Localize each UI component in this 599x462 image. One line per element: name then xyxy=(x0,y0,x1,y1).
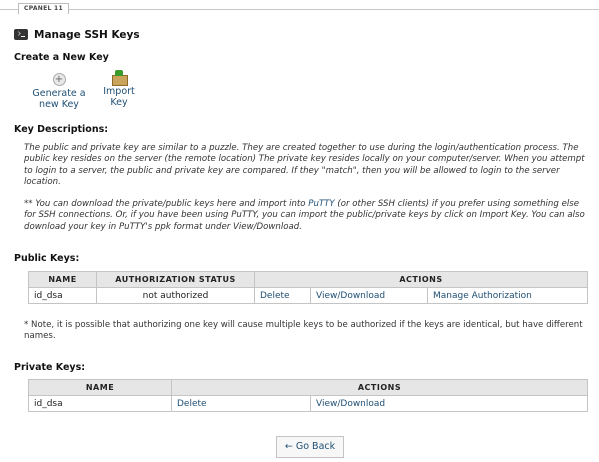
private-keys-heading: Private Keys: xyxy=(14,362,86,373)
go-back-button[interactable]: ← Go Back xyxy=(276,436,344,458)
terminal-icon xyxy=(14,29,28,40)
create-key-heading: Create a New Key xyxy=(14,52,109,63)
putty-text-before: ** You can download the private/public k… xyxy=(24,199,309,209)
top-bar: CPANEL 11 xyxy=(0,0,599,16)
import-key-line1: Import xyxy=(103,86,135,97)
key-name: id_dsa xyxy=(28,287,97,304)
view-download-private-key-link[interactable]: View/Download xyxy=(310,395,588,412)
col-name: Name xyxy=(28,379,172,396)
public-keys-table: Name Authorization Status Actions id_dsa… xyxy=(28,271,588,304)
authorization-note: * Note, it is possible that authorizing … xyxy=(24,320,583,342)
page-title: Manage SSH Keys xyxy=(14,29,140,41)
col-actions: Actions xyxy=(171,379,588,396)
back-arrow-icon: ← xyxy=(284,441,293,452)
public-keys-heading: Public Keys: xyxy=(14,253,80,264)
generate-key-line1: Generate a xyxy=(32,88,86,99)
table-row: id_dsa Delete View/Download xyxy=(28,395,588,412)
putty-link[interactable]: PuTTY xyxy=(308,199,334,209)
col-name: Name xyxy=(28,271,97,288)
key-name: id_dsa xyxy=(28,395,172,412)
col-authorization-status: Authorization Status xyxy=(96,271,255,288)
top-divider xyxy=(0,9,599,10)
table-header-row: Name Actions xyxy=(28,379,588,396)
delete-private-key-link[interactable]: Delete xyxy=(171,395,311,412)
key-description-text: The public and private key are similar t… xyxy=(24,143,585,187)
import-key-button[interactable]: Import Key xyxy=(98,70,140,108)
plus-icon: + xyxy=(52,73,66,86)
private-keys-table: Name Actions id_dsa Delete View/Download xyxy=(28,379,588,412)
table-row: id_dsa not authorized Delete View/Downlo… xyxy=(28,287,588,304)
go-back-label: Go Back xyxy=(295,441,336,452)
delete-public-key-link[interactable]: Delete xyxy=(254,287,311,304)
generate-key-line2: new Key xyxy=(39,99,79,110)
generate-key-button[interactable]: + Generate a new Key xyxy=(28,73,90,110)
authorization-status: not authorized xyxy=(96,287,255,304)
manage-authorization-link[interactable]: Manage Authorization xyxy=(427,287,588,304)
brand-tab: CPANEL 11 xyxy=(18,3,69,14)
page-title-text: Manage SSH Keys xyxy=(34,29,140,41)
putty-download-text: ** You can download the private/public k… xyxy=(24,199,589,233)
key-descriptions-heading: Key Descriptions: xyxy=(14,124,109,135)
import-key-line2: Key xyxy=(110,97,128,108)
table-header-row: Name Authorization Status Actions xyxy=(28,271,588,288)
import-box-icon xyxy=(111,70,128,86)
view-download-public-key-link[interactable]: View/Download xyxy=(310,287,428,304)
col-actions: Actions xyxy=(254,271,588,288)
